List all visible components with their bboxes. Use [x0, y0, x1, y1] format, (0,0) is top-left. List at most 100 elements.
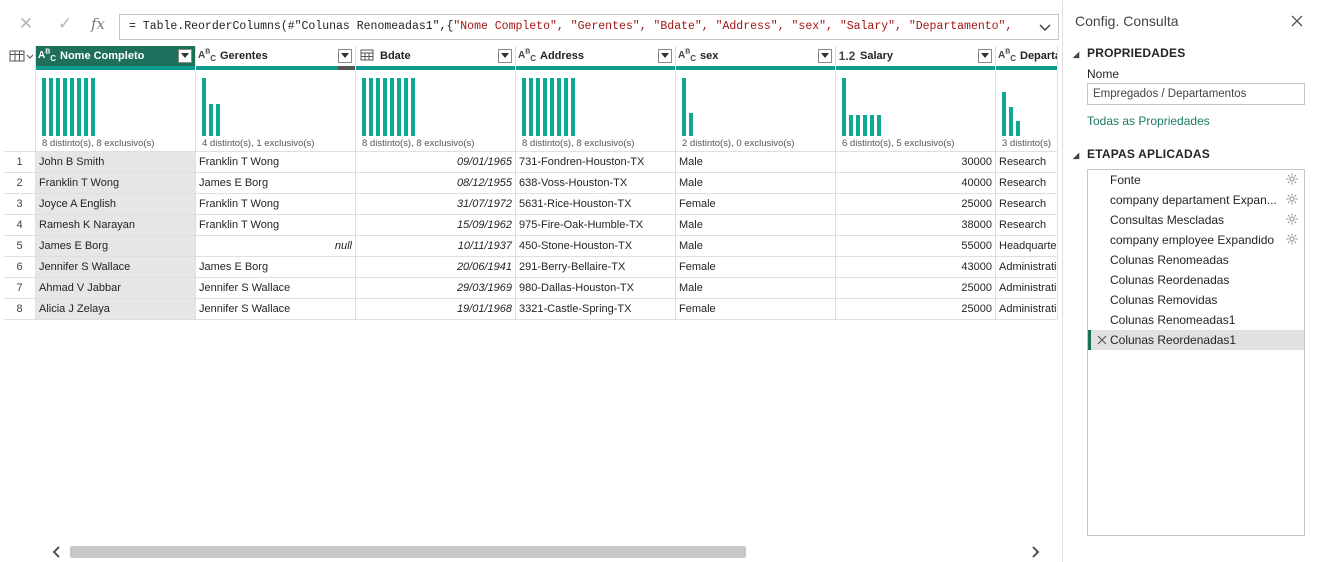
scroll-left-icon[interactable] [50, 545, 64, 559]
applied-step-item[interactable]: Colunas Renomeadas1 [1088, 310, 1304, 330]
table-cell[interactable]: 10/11/1937 [356, 236, 516, 257]
table-cell[interactable]: 638-Voss-Houston-TX [516, 173, 676, 194]
scroll-right-icon[interactable] [1028, 545, 1042, 559]
close-icon[interactable] [1289, 13, 1305, 29]
text-type-icon[interactable]: ABC [196, 49, 218, 63]
table-cell[interactable]: 43000 [836, 257, 996, 278]
applied-step-item[interactable]: company employee Expandido [1088, 230, 1304, 250]
text-type-icon[interactable]: ABC [516, 49, 538, 63]
table-cell[interactable]: John B Smith [36, 152, 196, 173]
column-header[interactable]: ABC sex [676, 46, 836, 66]
table-cell[interactable]: 40000 [836, 173, 996, 194]
formula-input[interactable]: = Table.ReorderColumns(#"Colunas Renomea… [119, 14, 1059, 40]
table-cell[interactable]: Administrati [996, 278, 1058, 299]
table-cell[interactable]: 15/09/1962 [356, 215, 516, 236]
chevron-down-icon[interactable] [1038, 20, 1052, 34]
row-number[interactable]: 8 [4, 299, 36, 320]
table-cell[interactable]: 25000 [836, 278, 996, 299]
table-cell[interactable]: Alicia J Zelaya [36, 299, 196, 320]
delete-step-icon[interactable] [1097, 332, 1109, 346]
table-cell[interactable]: Jennifer S Wallace [36, 257, 196, 278]
table-cell[interactable]: Franklin T Wong [196, 215, 356, 236]
table-cell[interactable]: Franklin T Wong [196, 194, 356, 215]
table-cell[interactable]: 975-Fire-Oak-Humble-TX [516, 215, 676, 236]
applied-steps-section-header[interactable]: ◢ ETAPAS APLICADAS [1073, 147, 1210, 161]
table-cell[interactable]: Ramesh K Narayan [36, 215, 196, 236]
table-menu-icon[interactable] [4, 46, 36, 70]
column-filter-dropdown-icon[interactable] [978, 49, 992, 63]
table-cell[interactable]: 29/03/1969 [356, 278, 516, 299]
table-cell[interactable]: Jennifer S Wallace [196, 299, 356, 320]
table-cell[interactable]: Male [676, 215, 836, 236]
text-type-icon[interactable]: ABC [36, 49, 58, 63]
table-cell[interactable]: Ahmad V Jabbar [36, 278, 196, 299]
table-row[interactable]: 4 Ramesh K Narayan Franklin T Wong 15/09/19… [4, 215, 1061, 236]
commit-formula-button[interactable]: ✓ [53, 12, 77, 36]
table-cell[interactable]: Female [676, 299, 836, 320]
table-cell[interactable]: 731-Fondren-Houston-TX [516, 152, 676, 173]
applied-step-item[interactable]: company departament Expan... [1088, 190, 1304, 210]
row-number[interactable]: 2 [4, 173, 36, 194]
table-cell[interactable]: 19/01/1968 [356, 299, 516, 320]
table-row[interactable]: 7 Ahmad V Jabbar Jennifer S Wallace 29/03/1… [4, 278, 1061, 299]
fx-icon[interactable]: fx [86, 12, 110, 36]
table-cell[interactable]: 55000 [836, 236, 996, 257]
table-cell[interactable]: Research [996, 173, 1058, 194]
table-cell[interactable]: 450-Stone-Houston-TX [516, 236, 676, 257]
cancel-formula-button[interactable]: ✕ [14, 12, 38, 36]
row-number[interactable]: 5 [4, 236, 36, 257]
column-filter-dropdown-icon[interactable] [818, 49, 832, 63]
table-cell[interactable]: 291-Berry-Bellaire-TX [516, 257, 676, 278]
table-row[interactable]: 1 John B Smith Franklin T Wong 09/01/1965 73… [4, 152, 1061, 173]
applied-step-item[interactable]: Consultas Mescladas [1088, 210, 1304, 230]
date-type-icon[interactable] [356, 48, 378, 65]
table-row[interactable]: 6 Jennifer S Wallace James E Borg 20/06/194… [4, 257, 1061, 278]
column-header[interactable]: ABC Address [516, 46, 676, 66]
table-cell[interactable]: 08/12/1955 [356, 173, 516, 194]
applied-step-item[interactable]: Colunas Removidas [1088, 290, 1304, 310]
table-cell[interactable]: Franklin T Wong [36, 173, 196, 194]
table-cell[interactable]: Jennifer S Wallace [196, 278, 356, 299]
table-row[interactable]: 8 Alicia J Zelaya Jennifer S Wallace 19/01/… [4, 299, 1061, 320]
table-row[interactable]: 5 James E Borg null 10/11/1937 450-Stone-Hou… [4, 236, 1061, 257]
column-filter-dropdown-icon[interactable] [338, 49, 352, 63]
table-cell[interactable]: Research [996, 152, 1058, 173]
table-cell[interactable]: Headquarte [996, 236, 1058, 257]
table-cell[interactable]: James E Borg [196, 257, 356, 278]
scrollbar-thumb[interactable] [70, 546, 746, 558]
table-cell[interactable]: Female [676, 194, 836, 215]
table-cell[interactable]: James E Borg [196, 173, 356, 194]
horizontal-scrollbar[interactable] [46, 542, 1046, 562]
gear-icon[interactable] [1286, 233, 1298, 245]
column-header[interactable]: ABC Gerentes [196, 46, 356, 66]
column-filter-dropdown-icon[interactable] [178, 49, 192, 63]
decimal-type-icon[interactable]: 1.2 [836, 49, 858, 63]
applied-step-item[interactable]: Colunas Reordenadas1 [1088, 330, 1304, 350]
row-number[interactable]: 4 [4, 215, 36, 236]
table-cell[interactable]: 20/06/1941 [356, 257, 516, 278]
column-header[interactable]: ABC Departa [996, 46, 1058, 66]
table-cell[interactable]: Franklin T Wong [196, 152, 356, 173]
table-cell[interactable]: 31/07/1972 [356, 194, 516, 215]
column-header[interactable]: Bdate [356, 46, 516, 66]
table-cell[interactable]: 30000 [836, 152, 996, 173]
row-number[interactable]: 1 [4, 152, 36, 173]
table-cell[interactable]: Male [676, 278, 836, 299]
all-properties-link[interactable]: Todas as Propriedades [1087, 114, 1210, 128]
table-cell[interactable]: James E Borg [36, 236, 196, 257]
table-cell[interactable]: 980-Dallas-Houston-TX [516, 278, 676, 299]
properties-section-header[interactable]: ◢ PROPRIEDADES [1073, 46, 1185, 60]
table-row[interactable]: 2 Franklin T Wong James E Borg 08/12/1955 63… [4, 173, 1061, 194]
gear-icon[interactable] [1286, 213, 1298, 225]
table-cell[interactable]: Research [996, 215, 1058, 236]
row-number[interactable]: 7 [4, 278, 36, 299]
text-type-icon[interactable]: ABC [996, 49, 1018, 63]
table-cell[interactable]: 25000 [836, 299, 996, 320]
table-cell[interactable]: Male [676, 152, 836, 173]
column-header[interactable]: 1.2 Salary [836, 46, 996, 66]
gear-icon[interactable] [1286, 173, 1298, 185]
table-cell[interactable]: null [196, 236, 356, 257]
applied-step-item[interactable]: Colunas Reordenadas [1088, 270, 1304, 290]
table-cell[interactable]: Female [676, 257, 836, 278]
text-type-icon[interactable]: ABC [676, 49, 698, 63]
